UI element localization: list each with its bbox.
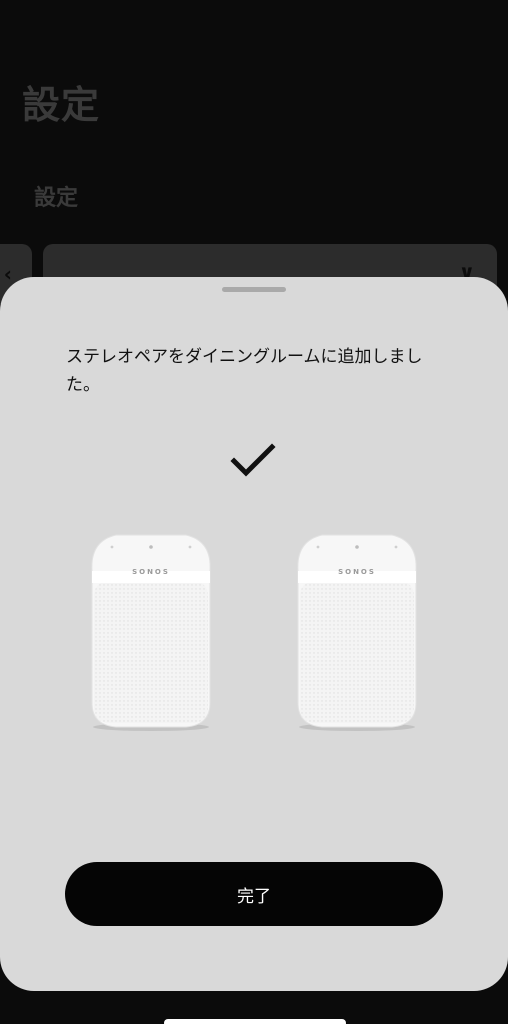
confirmation-sheet: ステレオペアをダイニングルームに追加しました。 SONOS SONOS 完了 — [0, 277, 508, 991]
section-title: 設定 — [34, 186, 79, 211]
speaker-brand-label: SONOS — [132, 568, 170, 576]
home-indicator[interactable] — [164, 1019, 346, 1024]
speaker-left-illustration — [91, 534, 211, 731]
chevron-left-icon: ‹ — [3, 262, 12, 286]
speaker-image-right: SONOS — [292, 531, 422, 731]
confirmation-message: ステレオペアをダイニングルームに追加しました。 — [66, 347, 423, 395]
speaker-right-illustration — [297, 534, 417, 731]
page-title: 設定 — [22, 83, 101, 127]
checkmark-icon — [230, 443, 276, 477]
speaker-image-left: SONOS — [86, 531, 216, 731]
done-button[interactable]: 完了 — [65, 862, 443, 926]
screen: 設定 設定 ‹ ∨ ステレオペアをダイニングルームに追加しました。 SONOS … — [0, 0, 508, 1024]
speaker-brand-label: SONOS — [338, 568, 376, 576]
sheet-grabber[interactable] — [222, 287, 286, 292]
